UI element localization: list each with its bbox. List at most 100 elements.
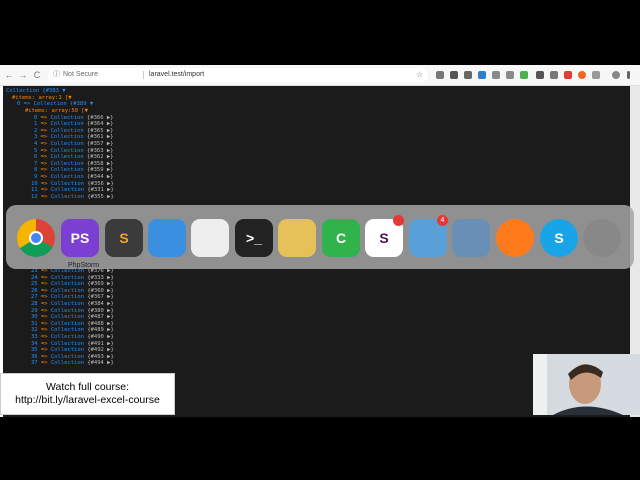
url-text[interactable]: laravel.test/import <box>149 68 204 82</box>
row-object-id: {#361 ▶} <box>87 134 114 141</box>
row-class: Collection <box>50 340 84 347</box>
dump-row[interactable]: 31 => Collection {#488 ▶} <box>31 321 114 328</box>
dump-row[interactable]: 33 => Collection {#490 ▶} <box>31 334 114 341</box>
overlay-link[interactable]: http://bit.ly/laravel-excel-course <box>1 394 174 407</box>
chrome-icon[interactable] <box>17 219 55 257</box>
dump-row[interactable]: 0 => Collection {#366 ▶} <box>34 115 114 122</box>
row-object-id: {#492 ▶} <box>87 347 114 354</box>
camtasia-icon[interactable]: C <box>322 219 360 257</box>
row-index: 27 <box>31 294 38 301</box>
row-arrow: => <box>40 180 48 187</box>
info-icon[interactable]: ⓘ <box>53 68 60 82</box>
dump-row[interactable]: 24 => Collection {#333 ▶} <box>31 275 114 282</box>
pocket-icon[interactable] <box>450 71 458 79</box>
row-arrow: => <box>40 314 48 321</box>
dump-row[interactable]: 26 => Collection {#360 ▶} <box>31 288 114 295</box>
dump-row[interactable]: 32 => Collection {#489 ▶} <box>31 327 114 334</box>
row-class: Collection <box>50 193 84 200</box>
row-object-id: {#366 ▶} <box>87 114 114 121</box>
reload-button[interactable]: C <box>31 69 43 81</box>
forward-button[interactable]: → <box>17 69 29 81</box>
numbers-icon[interactable] <box>191 219 229 257</box>
row-index: 11 <box>31 187 38 194</box>
profile-avatar[interactable] <box>612 71 620 79</box>
dump-first-entry[interactable]: 0 => Collection {#389 ▼ <box>17 101 93 108</box>
terminal-icon[interactable]: >_ <box>235 219 273 257</box>
system-preferences-icon[interactable] <box>583 219 621 257</box>
phpstorm-icon[interactable]: PS <box>61 219 99 257</box>
extension-icon[interactable] <box>592 71 600 79</box>
row-arrow: => <box>40 347 48 354</box>
row-arrow: => <box>40 193 48 200</box>
dump-row[interactable]: 27 => Collection {#367 ▶} <box>31 294 114 301</box>
dump-row[interactable]: 7 => Collection {#358 ▶} <box>34 161 114 168</box>
row-arrow: => <box>40 360 48 367</box>
camtasia-glyph: C <box>335 230 347 246</box>
dump-row[interactable]: 12 => Collection {#355 ▶} <box>31 194 114 201</box>
dump-row[interactable]: 6 => Collection {#362 ▶} <box>34 154 114 161</box>
row-class: Collection <box>50 327 84 334</box>
row-class: Collection <box>50 347 84 354</box>
row-class: Collection <box>50 187 84 194</box>
row-arrow: => <box>40 334 48 340</box>
row-object-id: {#369 ▶} <box>87 281 114 288</box>
dump-items-label[interactable]: #items: array:1 [▼ <box>12 95 72 102</box>
dump-row[interactable]: 29 => Collection {#380 ▶} <box>31 308 114 315</box>
skype-glyph: S <box>554 230 564 246</box>
menu-icon[interactable] <box>627 71 630 79</box>
trello-icon[interactable] <box>478 71 486 79</box>
dump-row[interactable]: 9 => Collection {#344 ▶} <box>34 174 114 181</box>
dump-row[interactable]: 28 => Collection {#384 ▶} <box>31 301 114 308</box>
dump-row[interactable]: 25 => Collection {#369 ▶} <box>31 281 114 288</box>
row-object-id: {#489 ▶} <box>87 327 114 334</box>
dump-row[interactable]: 3 => Collection {#361 ▶} <box>34 134 114 141</box>
extension-icon[interactable] <box>536 71 544 79</box>
overlay-line-1: Watch full course: <box>45 381 130 393</box>
dump-row[interactable]: 10 => Collection {#356 ▶} <box>31 181 114 188</box>
dump-inner-items[interactable]: #items: array:50 [▼ <box>25 108 88 115</box>
dump-row[interactable]: 30 => Collection {#487 ▶} <box>31 314 114 321</box>
browser-toolbar: ← → C ⓘ Not Secure laravel.test/import ☆ <box>0 65 640 86</box>
row-object-id: {#358 ▶} <box>87 160 114 167</box>
dump-row[interactable]: 37 => Collection {#494 ▶} <box>31 360 114 367</box>
address-bar[interactable]: ⓘ Not Secure laravel.test/import ☆ <box>48 68 428 82</box>
dump-row[interactable]: 36 => Collection {#493 ▶} <box>31 354 114 361</box>
dump-row[interactable]: 35 => Collection {#492 ▶} <box>31 347 114 354</box>
skype-icon[interactable]: S <box>540 219 578 257</box>
extension-icon[interactable] <box>492 71 500 79</box>
sublime-glyph: S <box>119 230 129 246</box>
extension-icon[interactable] <box>564 71 572 79</box>
row-object-id: {#355 ▶} <box>87 193 114 200</box>
extension-icon[interactable] <box>506 71 514 79</box>
row-class: Collection <box>50 180 84 187</box>
sequel-pro-icon[interactable] <box>278 219 316 257</box>
row-object-id: {#365 ▶} <box>87 127 114 134</box>
row-class: Collection <box>50 287 84 294</box>
dump-row[interactable]: 5 => Collection {#363 ▶} <box>34 148 114 155</box>
dump-row[interactable]: 34 => Collection {#491 ▶} <box>31 341 114 348</box>
bookmark-star-icon[interactable]: ☆ <box>416 68 423 82</box>
extension-icon[interactable] <box>578 71 586 79</box>
extension-icon[interactable] <box>550 71 558 79</box>
back-button[interactable]: ← <box>3 69 15 81</box>
firefox-icon[interactable] <box>496 219 534 257</box>
row-object-id: {#344 ▶} <box>87 173 114 180</box>
row-index: 32 <box>31 327 38 334</box>
macos-dock: PS S >_ C S 4 S PhpStorm <box>6 205 634 269</box>
dump-row[interactable]: 2 => Collection {#365 ▶} <box>34 128 114 135</box>
extension-icon[interactable] <box>464 71 472 79</box>
sublime-icon[interactable]: S <box>105 219 143 257</box>
preview-icon[interactable] <box>452 219 490 257</box>
dump-row[interactable]: 4 => Collection {#357 ▶} <box>34 141 114 148</box>
row-class: Collection <box>50 114 84 121</box>
dump-row[interactable]: 11 => Collection {#331 ▶} <box>31 187 114 194</box>
dump-row[interactable]: 1 => Collection {#364 ▶} <box>34 121 114 128</box>
extension-icon[interactable] <box>520 71 528 79</box>
row-index: 26 <box>31 287 38 294</box>
row-class: Collection <box>50 134 84 141</box>
row-index: 36 <box>31 353 38 360</box>
row-object-id: {#356 ▶} <box>87 180 114 187</box>
dump-row[interactable]: 8 => Collection {#359 ▶} <box>34 167 114 174</box>
finder-icon[interactable] <box>148 219 186 257</box>
cast-icon[interactable] <box>436 71 444 79</box>
